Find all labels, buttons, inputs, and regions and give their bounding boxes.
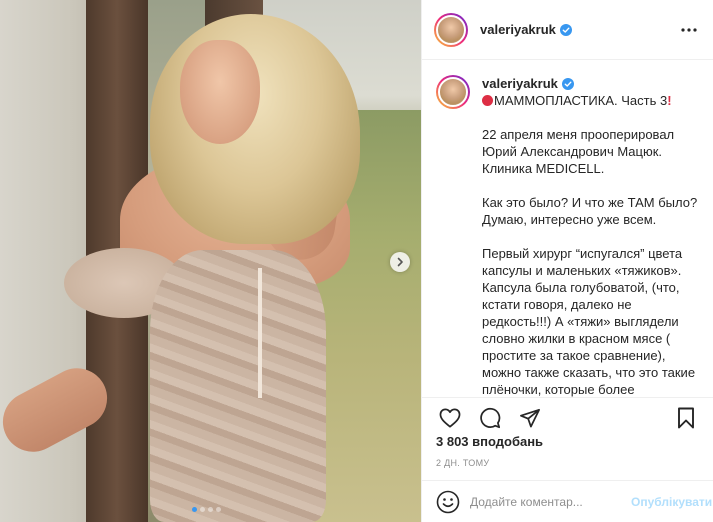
header-username-text[interactable]: valeriyakruk — [480, 22, 556, 37]
avatar-image — [438, 77, 468, 107]
photo-dress-lace — [258, 268, 262, 398]
caption-username[interactable]: valeriyakruk — [482, 75, 698, 92]
verified-badge-icon — [559, 23, 572, 36]
post-sidebar: valeriyakruk valeriyakruk МАММОПЛАСТИКА.… — [421, 0, 713, 522]
avatar-image — [436, 14, 466, 45]
heart-icon — [439, 408, 461, 427]
like-button[interactable] — [430, 398, 470, 438]
more-options-icon — [681, 27, 697, 32]
caption-title: МАММОПЛАСТИКА. Часть 3 — [494, 93, 668, 108]
caption-row: valeriyakruk МАММОПЛАСТИКА. Часть 3! 22 … — [436, 75, 698, 397]
caption-title-line: МАММОПЛАСТИКА. Часть 3! — [482, 92, 698, 109]
likes-count[interactable]: 3 803 вподобань — [436, 434, 543, 449]
exclamation-emoji: ! — [667, 93, 672, 108]
smiley-icon — [436, 490, 460, 513]
caption-paragraph: Как это было? И что же ТАМ было? Думаю, … — [482, 195, 698, 227]
more-options-button[interactable] — [677, 18, 701, 42]
caption-username-text[interactable]: valeriyakruk — [482, 75, 558, 92]
photo-dress — [150, 250, 326, 522]
comment-button[interactable] — [470, 398, 510, 438]
header-username[interactable]: valeriyakruk — [480, 22, 572, 37]
red-circle-emoji — [482, 95, 493, 106]
emoji-button[interactable] — [436, 489, 460, 515]
chevron-right-icon — [397, 257, 403, 267]
carousel-dot — [208, 507, 213, 512]
post-comment-button[interactable]: Опублікувати — [631, 495, 712, 509]
post-photo[interactable] — [0, 0, 421, 522]
action-bar — [422, 397, 713, 437]
carousel-dot — [192, 507, 197, 512]
carousel-dot — [216, 507, 221, 512]
share-icon — [520, 408, 540, 427]
caption-area: valeriyakruk МАММОПЛАСТИКА. Часть 3! 22 … — [422, 61, 713, 397]
comment-input[interactable] — [470, 494, 625, 509]
caption-text: valeriyakruk МАММОПЛАСТИКА. Часть 3! 22 … — [482, 75, 698, 397]
comment-bar: Опублікувати — [422, 480, 713, 522]
carousel-next-button[interactable] — [390, 252, 410, 272]
comment-icon — [480, 407, 501, 428]
caption-avatar[interactable] — [436, 75, 470, 109]
bookmark-icon — [678, 407, 694, 428]
caption-paragraph: Первый хирург “испугался” цвета капсулы … — [482, 246, 696, 397]
save-button[interactable] — [666, 398, 706, 438]
carousel-dots — [192, 507, 221, 512]
verified-badge-icon — [561, 77, 574, 90]
post-header: valeriyakruk — [422, 0, 713, 60]
carousel-dot — [200, 507, 205, 512]
photo-face — [180, 40, 260, 144]
post-timestamp[interactable]: 2 дн. тому — [436, 458, 489, 468]
caption-paragraph: 22 апреля меня прооперировал Юрий Алекса… — [482, 127, 675, 176]
avatar[interactable] — [434, 12, 468, 47]
share-button[interactable] — [510, 398, 550, 438]
